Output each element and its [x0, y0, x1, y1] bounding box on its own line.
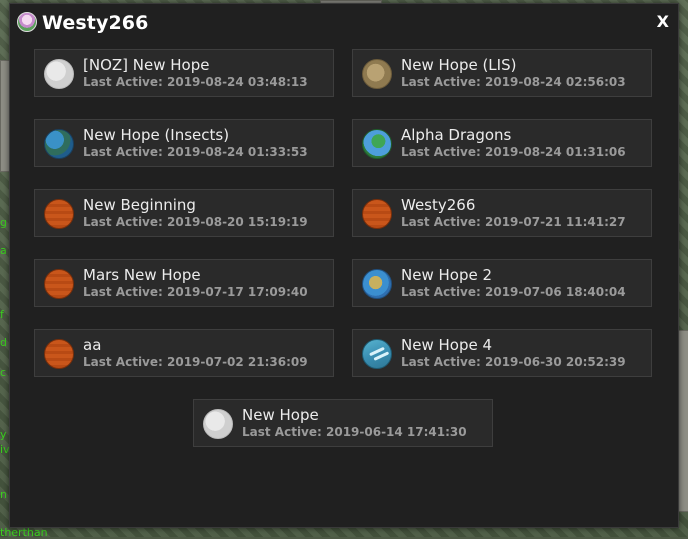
colony-name: New Hope 2	[401, 266, 493, 284]
colony-card[interactable]: New Hope 4 Last Active: 2019-06-30 20:52…	[352, 329, 652, 377]
colony-name: Mars New Hope	[83, 266, 201, 284]
colony-name: New Hope 4	[401, 336, 493, 354]
ocean-planet-icon	[362, 339, 392, 369]
colony-name: Westy266	[401, 196, 476, 214]
modal-title: Westy266	[42, 12, 149, 34]
colony-last-active: Last Active: 2019-07-17 17:09:40	[83, 285, 308, 299]
colony-last-active: Last Active: 2019-08-24 02:56:03	[401, 75, 626, 89]
mars-planet-icon	[362, 199, 392, 229]
user-avatar-icon	[17, 12, 37, 32]
colony-card[interactable]: aa Last Active: 2019-07-02 21:36:09	[34, 329, 334, 377]
close-button[interactable]: X	[657, 12, 669, 31]
mars-planet-icon	[44, 269, 74, 299]
colony-name: aa	[83, 336, 102, 354]
colony-last-active: Last Active: 2019-07-21 11:41:27	[401, 215, 626, 229]
colony-name: [NOZ] New Hope	[83, 56, 210, 74]
colony-name: New Hope (Insects)	[83, 126, 230, 144]
modal-header: Westy266 X	[10, 4, 678, 42]
colony-card[interactable]: New Beginning Last Active: 2019-08-20 15…	[34, 189, 334, 237]
colony-name: Alpha Dragons	[401, 126, 512, 144]
asteroid-planet-icon	[362, 59, 392, 89]
colony-card[interactable]: New Hope 2 Last Active: 2019-07-06 18:40…	[352, 259, 652, 307]
moon-planet-icon	[203, 409, 233, 439]
colony-name: New Hope	[242, 406, 319, 424]
colony-last-active: Last Active: 2019-08-24 01:31:06	[401, 145, 626, 159]
colony-select-modal: Westy266 X [NOZ] New Hope Last Active: 2…	[9, 3, 679, 528]
background-building	[678, 330, 688, 512]
colony-last-active: Last Active: 2019-07-02 21:36:09	[83, 355, 308, 369]
colony-card[interactable]: Mars New Hope Last Active: 2019-07-17 17…	[34, 259, 334, 307]
colony-card[interactable]: Alpha Dragons Last Active: 2019-08-24 01…	[352, 119, 652, 167]
mars-planet-icon	[44, 339, 74, 369]
earth-planet-icon	[362, 129, 392, 159]
colony-card[interactable]: New Hope (LIS) Last Active: 2019-08-24 0…	[352, 49, 652, 97]
colony-name: New Beginning	[83, 196, 196, 214]
colony-last-active: Last Active: 2019-06-30 20:52:39	[401, 355, 626, 369]
colony-name: New Hope (LIS)	[401, 56, 517, 74]
colony-last-active: Last Active: 2019-08-20 15:19:19	[83, 215, 308, 229]
colony-last-active: Last Active: 2019-08-24 01:33:53	[83, 145, 308, 159]
moon-planet-icon	[44, 59, 74, 89]
colony-last-active: Last Active: 2019-07-06 18:40:04	[401, 285, 626, 299]
earth-planet-icon	[362, 269, 392, 299]
mars-planet-icon	[44, 199, 74, 229]
colony-card[interactable]: [NOZ] New Hope Last Active: 2019-08-24 0…	[34, 49, 334, 97]
colony-card[interactable]: New Hope Last Active: 2019-06-14 17:41:3…	[193, 399, 493, 447]
colony-card[interactable]: Westy266 Last Active: 2019-07-21 11:41:2…	[352, 189, 652, 237]
colony-card[interactable]: New Hope (Insects) Last Active: 2019-08-…	[34, 119, 334, 167]
colony-last-active: Last Active: 2019-08-24 03:48:13	[83, 75, 308, 89]
insect-planet-icon	[44, 129, 74, 159]
colony-last-active: Last Active: 2019-06-14 17:41:30	[242, 425, 467, 439]
